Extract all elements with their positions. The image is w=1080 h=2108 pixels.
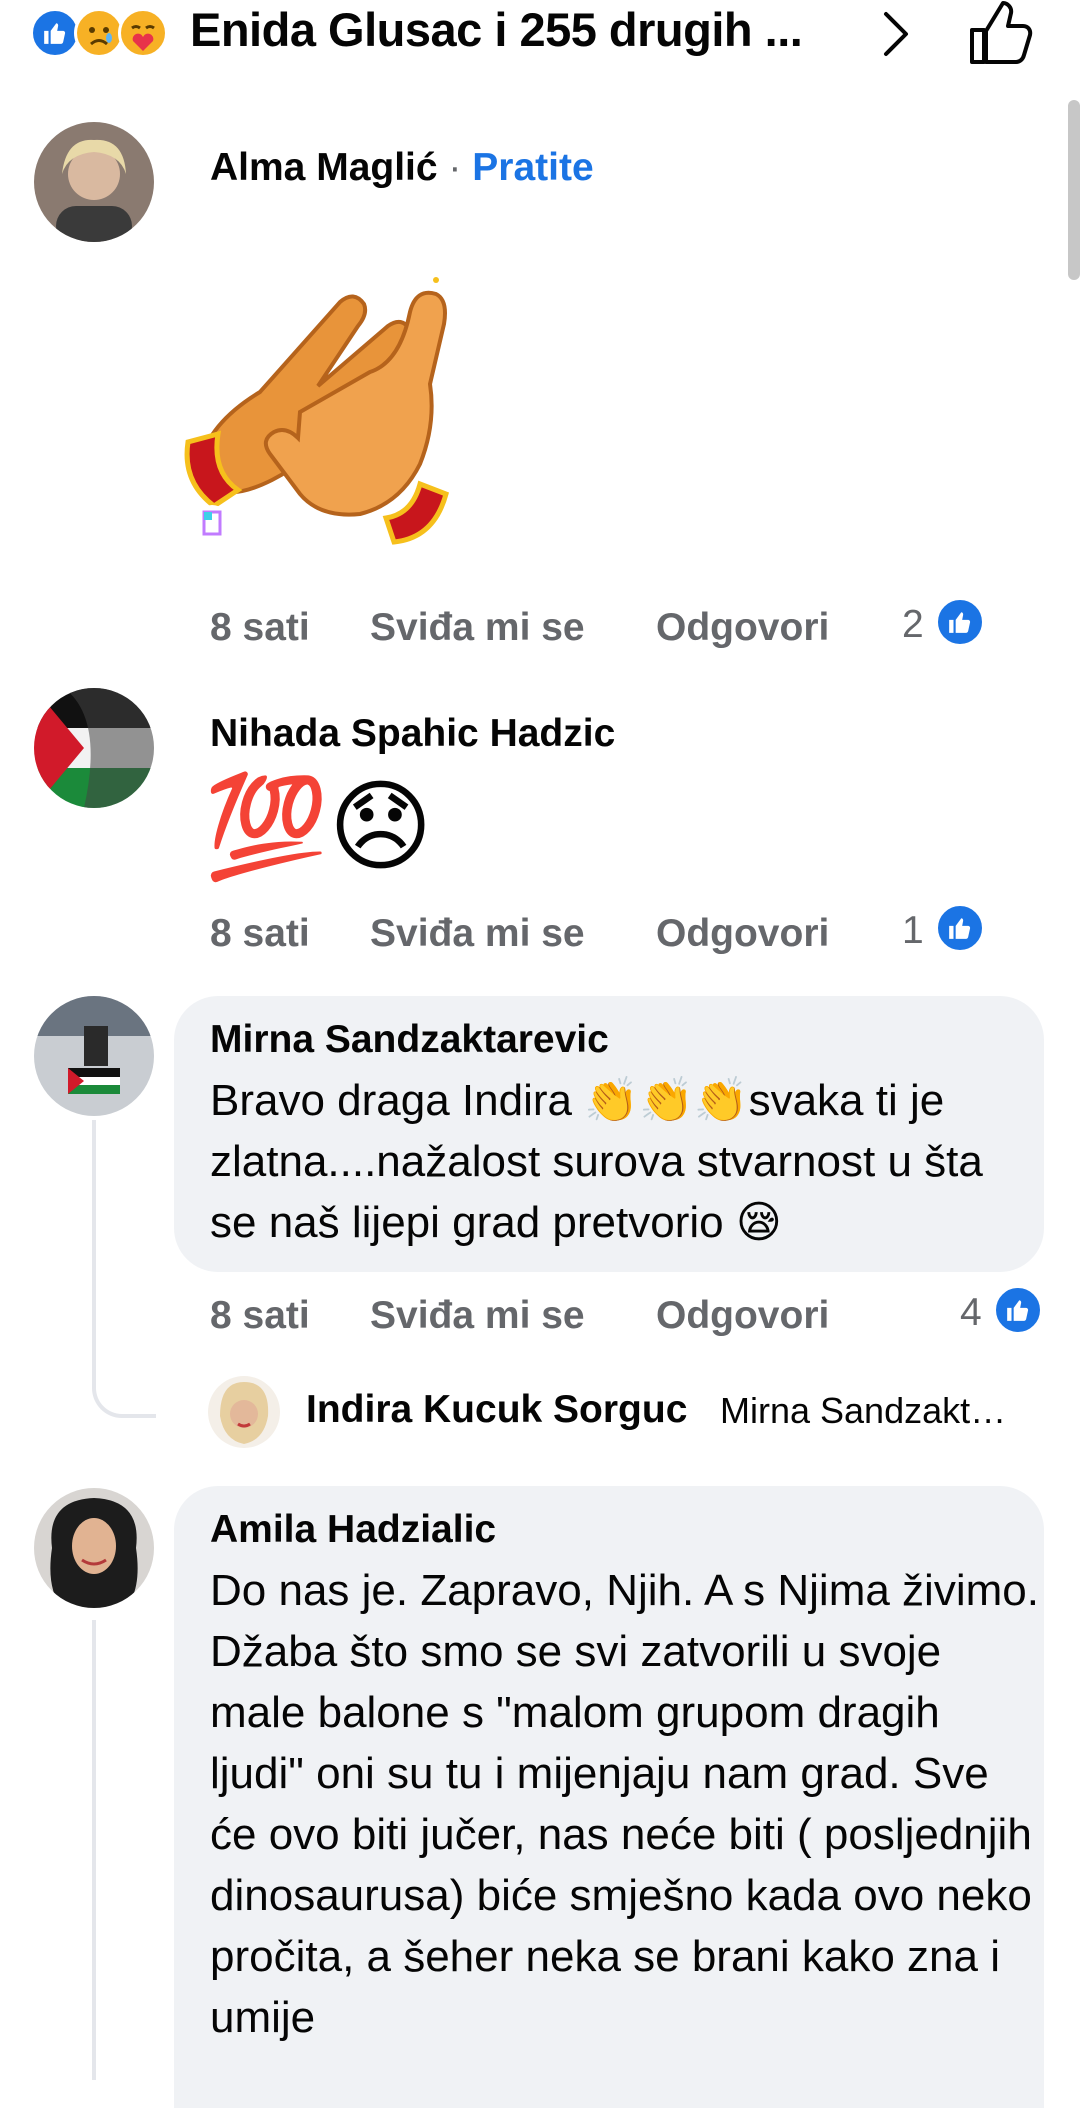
comment-bubble[interactable]: Amila Hadzialic Do nas je. Zapravo, Njih… bbox=[174, 1486, 1044, 2108]
like-count[interactable]: 4 bbox=[960, 1291, 982, 1335]
comment-bubble[interactable]: Mirna Sandzaktarevic Bravo draga Indira … bbox=[174, 996, 1044, 1272]
reply-snippet: Mirna Sandzakt… bbox=[720, 1390, 1007, 1431]
comment-time: 8 sati bbox=[210, 1294, 310, 1337]
chevron-right-icon[interactable] bbox=[870, 6, 920, 62]
reply-action-button[interactable]: Odgovori bbox=[656, 1294, 829, 1338]
avatar[interactable] bbox=[34, 122, 154, 242]
like-action-button[interactable]: Sviđa mi se bbox=[370, 1294, 585, 1338]
like-icon bbox=[30, 8, 80, 58]
follow-link[interactable]: Pratite bbox=[472, 146, 593, 189]
like-action-button[interactable]: Sviđa mi se bbox=[370, 912, 585, 956]
comment-emoji: 💯😞 bbox=[204, 771, 433, 883]
thread-line bbox=[92, 1620, 96, 2080]
like-outline-icon[interactable] bbox=[966, 0, 1036, 66]
comment-text: Bravo draga Indira 👏👏👏svaka ti je zlatna… bbox=[210, 1076, 983, 1247]
separator-dot: · bbox=[448, 146, 473, 189]
comment-author[interactable]: Alma Maglić · Pratite bbox=[210, 146, 594, 190]
comment-actions: 8 sati Sviđa mi se Odgovori bbox=[210, 912, 990, 962]
author-name[interactable]: Amila Hadzialic bbox=[210, 1508, 496, 1552]
thread-line bbox=[92, 1120, 96, 1304]
thread-connector bbox=[92, 1300, 156, 1418]
reply-action-button[interactable]: Odgovori bbox=[656, 912, 829, 956]
like-count[interactable]: 1 bbox=[902, 909, 924, 953]
reply-action-button[interactable]: Odgovori bbox=[656, 606, 829, 650]
reply-author-name[interactable]: Indira Kucuk Sorguc bbox=[306, 1388, 687, 1432]
sad-icon bbox=[74, 8, 124, 58]
avatar[interactable] bbox=[34, 688, 154, 808]
scrollbar[interactable] bbox=[1068, 100, 1080, 280]
author-name[interactable]: Alma Maglić bbox=[210, 146, 438, 189]
like-icon bbox=[936, 904, 984, 952]
avatar[interactable] bbox=[34, 996, 154, 1116]
like-count[interactable]: 2 bbox=[902, 603, 924, 647]
care-icon bbox=[118, 8, 168, 58]
like-icon bbox=[936, 598, 984, 646]
avatar[interactable] bbox=[208, 1376, 280, 1448]
author-name[interactable]: Nihada Spahic Hadzic bbox=[210, 712, 615, 756]
avatar[interactable] bbox=[34, 1488, 154, 1608]
comment-time: 8 sati bbox=[210, 606, 310, 649]
reactions-title[interactable]: Enida Glusac i 255 drugih ... bbox=[190, 2, 803, 57]
like-action-button[interactable]: Sviđa mi se bbox=[370, 606, 585, 650]
comment-actions: 8 sati Sviđa mi se Odgovori bbox=[210, 1294, 990, 1344]
reactions-header[interactable]: Enida Glusac i 255 drugih ... bbox=[0, 0, 1080, 72]
reaction-summary[interactable] bbox=[30, 8, 168, 58]
sticker-indicator-icon bbox=[195, 505, 229, 539]
like-icon bbox=[994, 1286, 1042, 1334]
author-name[interactable]: Mirna Sandzaktarevic bbox=[210, 1018, 609, 1062]
comment-time: 8 sati bbox=[210, 912, 310, 955]
clapping-hands-sticker[interactable] bbox=[180, 262, 520, 572]
comment-text: Do nas je. Zapravo, Njih. A s Njima živi… bbox=[210, 1566, 1039, 2042]
comment-actions: 8 sati Sviđa mi se Odgovori bbox=[210, 606, 990, 656]
